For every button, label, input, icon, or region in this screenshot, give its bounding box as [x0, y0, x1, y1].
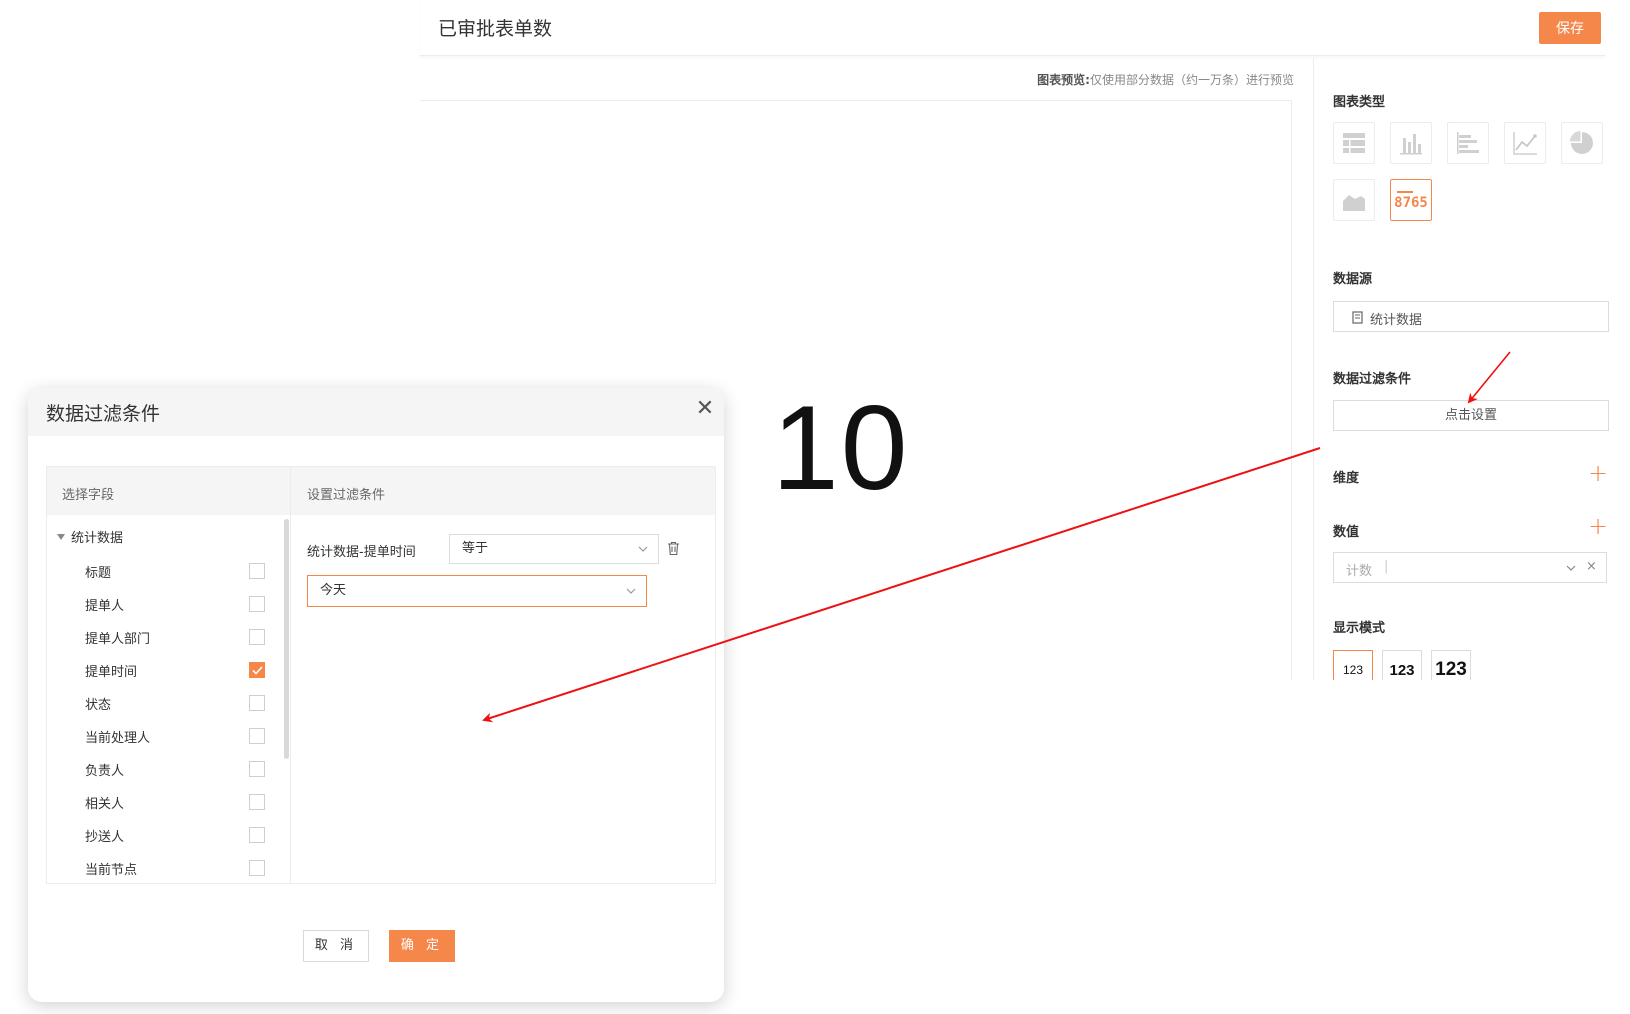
- annotation-arrow-filter: [1467, 351, 1511, 404]
- annotation-overlay: [482, 351, 1511, 723]
- annotation-arrow-modal: [482, 447, 1321, 723]
